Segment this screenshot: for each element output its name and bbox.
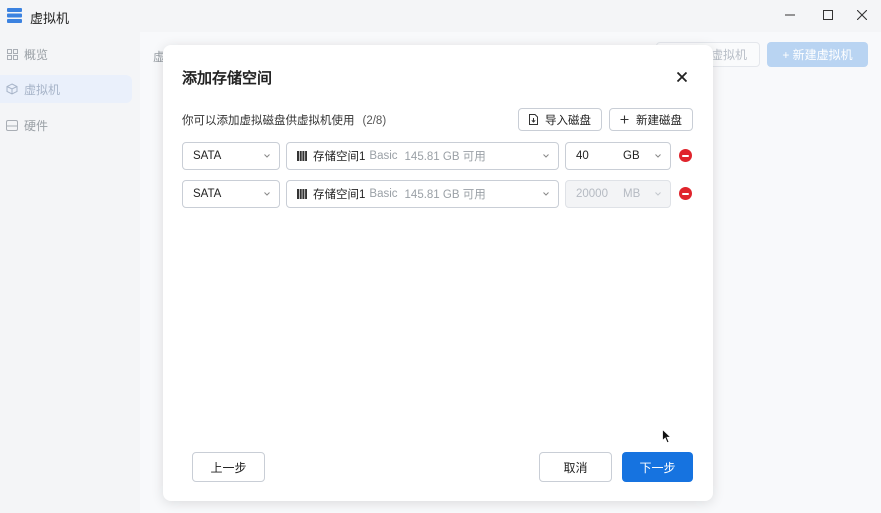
file-import-icon xyxy=(529,114,538,125)
pool-free: 145.81 GB 可用 xyxy=(404,151,486,163)
cube-icon xyxy=(6,83,18,95)
sidebar-item-label: 概览 xyxy=(24,47,49,62)
sidebar-item-vm[interactable]: 虚拟机 xyxy=(0,75,132,103)
minimize-button[interactable] xyxy=(777,4,803,26)
sidebar: 概览 虚拟机 硬件 xyxy=(0,32,140,513)
pool-name: 存储空间1 xyxy=(313,151,366,163)
storage-hint: 你可以添加虚拟磁盘供虚拟机使用 (2/8) xyxy=(182,112,386,128)
app-icon xyxy=(7,8,22,23)
sidebar-item-overview[interactable]: 概览 xyxy=(0,40,132,68)
minimize-icon xyxy=(785,14,795,16)
add-storage-dialog: 添加存储空间 你可以添加虚拟磁盘供虚拟机使用 (2/8) 导入磁盘 新建磁盘 SA… xyxy=(163,45,713,501)
storage-pool-icon xyxy=(297,151,307,161)
chevron-down-icon xyxy=(264,192,270,196)
sidebar-item-label: 硬件 xyxy=(24,118,49,133)
new-vm-button[interactable]: + 新建虚拟机 xyxy=(767,42,868,67)
window-title: 虚拟机 xyxy=(30,11,70,26)
remove-disk-button[interactable] xyxy=(679,149,692,162)
mouse-cursor-icon xyxy=(662,429,672,444)
disk-pool-select[interactable]: 存储空间1 Basic 145.81 GB 可用 xyxy=(286,142,559,170)
close-window-button[interactable] xyxy=(849,4,875,26)
prev-step-button[interactable]: 上一步 xyxy=(192,452,265,482)
remove-disk-button[interactable] xyxy=(679,187,692,200)
disk-pool-select[interactable]: 存储空间1 Basic 145.81 GB 可用 xyxy=(286,180,559,208)
sidebar-item-label: 虚拟机 xyxy=(24,82,61,97)
sidebar-item-hardware[interactable]: 硬件 xyxy=(0,111,132,139)
disk-size-unit: GB xyxy=(623,150,640,162)
import-disk-label: 导入磁盘 xyxy=(545,114,591,127)
pool-type: Basic xyxy=(369,150,398,162)
drive-icon xyxy=(6,119,18,131)
storage-pool-icon xyxy=(297,189,307,199)
chevron-down-icon xyxy=(543,154,549,158)
disk-bus-select[interactable]: SATA xyxy=(182,180,280,208)
chevron-down-icon xyxy=(655,154,661,158)
chevron-down-icon xyxy=(655,192,661,196)
disk-bus-value: SATA xyxy=(193,188,222,200)
plus-icon xyxy=(620,115,629,124)
new-disk-label: 新建磁盘 xyxy=(636,114,682,127)
chevron-down-icon xyxy=(543,192,549,196)
grid-icon xyxy=(6,48,18,60)
close-icon xyxy=(857,10,867,20)
maximize-icon xyxy=(823,10,833,20)
disk-count: (2/8) xyxy=(362,115,387,127)
cancel-button[interactable]: 取消 xyxy=(539,452,612,482)
disk-size-unit: MB xyxy=(623,188,641,200)
disk-size-input-disabled: 20000 MB xyxy=(565,180,671,208)
close-icon xyxy=(677,72,687,82)
maximize-button[interactable] xyxy=(815,4,841,26)
hint-text: 你可以添加虚拟磁盘供虚拟机使用 xyxy=(182,115,355,127)
chevron-down-icon xyxy=(264,154,270,158)
new-disk-button[interactable]: 新建磁盘 xyxy=(609,108,693,131)
pool-type: Basic xyxy=(369,188,398,200)
next-step-button[interactable]: 下一步 xyxy=(622,452,693,482)
window-titlebar: 虚拟机 xyxy=(0,0,881,32)
disk-size-input[interactable]: 40 GB xyxy=(565,142,671,170)
dialog-close-button[interactable] xyxy=(674,69,690,85)
pool-free: 145.81 GB 可用 xyxy=(404,189,486,201)
disk-size-value: 20000 xyxy=(576,188,608,200)
disk-bus-value: SATA xyxy=(193,150,222,162)
disk-size-value: 40 xyxy=(576,150,589,162)
dialog-title: 添加存储空间 xyxy=(182,70,273,87)
pool-name: 存储空间1 xyxy=(313,189,366,201)
import-disk-button[interactable]: 导入磁盘 xyxy=(518,108,602,131)
disk-bus-select[interactable]: SATA xyxy=(182,142,280,170)
